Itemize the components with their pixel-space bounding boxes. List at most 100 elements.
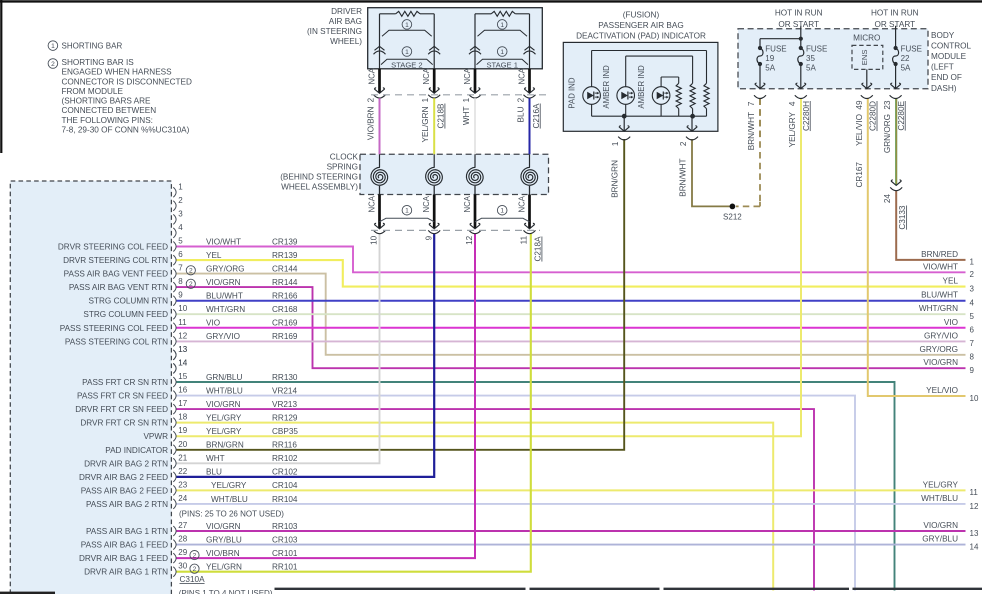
svg-text:VPWR: VPWR bbox=[143, 432, 168, 441]
svg-text:20: 20 bbox=[178, 440, 187, 449]
svg-text:CR102: CR102 bbox=[272, 468, 298, 477]
svg-text:VIO/WHT: VIO/WHT bbox=[923, 262, 958, 271]
svg-text:12: 12 bbox=[465, 235, 474, 245]
svg-text:C2280D: C2280D bbox=[869, 101, 878, 131]
svg-text:16: 16 bbox=[178, 386, 187, 395]
svg-text:17: 17 bbox=[178, 399, 187, 408]
svg-text:RR116: RR116 bbox=[272, 441, 297, 450]
svg-text:12: 12 bbox=[178, 331, 187, 340]
svg-text:AMBER IND: AMBER IND bbox=[602, 65, 611, 109]
svg-text:GRY/ORG: GRY/ORG bbox=[206, 264, 245, 273]
svg-text:PASS AIR BAG 1 RTN: PASS AIR BAG 1 RTN bbox=[86, 527, 168, 536]
svg-text:PASS AIR BAG 2 RTN: PASS AIR BAG 2 RTN bbox=[86, 500, 168, 509]
svg-text:49: 49 bbox=[855, 100, 864, 110]
svg-text:5A: 5A bbox=[765, 64, 775, 73]
svg-text:CR167: CR167 bbox=[855, 162, 864, 188]
svg-text:RR101: RR101 bbox=[272, 563, 298, 572]
svg-text:CONNECTOR IS DISCONNECTED: CONNECTOR IS DISCONNECTED bbox=[62, 77, 192, 86]
svg-text:VIO: VIO bbox=[944, 318, 958, 327]
svg-text:1: 1 bbox=[178, 182, 183, 191]
svg-text:STRG COLUMN RTN: STRG COLUMN RTN bbox=[89, 297, 169, 306]
svg-text:VIO/BRN: VIO/BRN bbox=[367, 106, 376, 140]
svg-text:CONTROL: CONTROL bbox=[931, 41, 971, 50]
svg-text:AIR BAG: AIR BAG bbox=[329, 17, 362, 26]
svg-text:19: 19 bbox=[178, 426, 187, 435]
svg-text:VIO/BRN: VIO/BRN bbox=[206, 549, 240, 558]
svg-text:VIO: VIO bbox=[206, 319, 220, 328]
svg-text:1: 1 bbox=[421, 97, 430, 102]
svg-text:22: 22 bbox=[178, 467, 187, 476]
svg-text:YEL/GRN: YEL/GRN bbox=[421, 106, 430, 142]
svg-text:BLU/WHT: BLU/WHT bbox=[206, 292, 243, 301]
svg-text:5: 5 bbox=[970, 312, 975, 321]
svg-text:11: 11 bbox=[970, 488, 979, 497]
svg-text:1: 1 bbox=[500, 22, 504, 29]
svg-text:SHORTING BAR IS: SHORTING BAR IS bbox=[62, 58, 135, 67]
svg-text:9: 9 bbox=[178, 291, 183, 300]
svg-text:C2280E: C2280E bbox=[897, 100, 906, 130]
svg-text:3: 3 bbox=[970, 284, 975, 293]
svg-text:WHT/BLU: WHT/BLU bbox=[206, 386, 243, 395]
svg-text:HOT IN RUN: HOT IN RUN bbox=[871, 9, 919, 18]
svg-text:DRVR FRT CR SN RTN: DRVR FRT CR SN RTN bbox=[80, 419, 168, 428]
svg-text:5A: 5A bbox=[901, 64, 911, 73]
svg-text:FUSE: FUSE bbox=[765, 45, 786, 54]
svg-text:28: 28 bbox=[178, 535, 187, 544]
svg-text:WHEEL): WHEEL) bbox=[330, 37, 362, 46]
svg-text:YEL/VIO: YEL/VIO bbox=[926, 386, 958, 395]
svg-text:RR166: RR166 bbox=[272, 292, 298, 301]
svg-text:PASS AIR BAG VENT RTN: PASS AIR BAG VENT RTN bbox=[69, 283, 168, 292]
svg-text:C310A: C310A bbox=[180, 575, 206, 584]
svg-text:27: 27 bbox=[178, 521, 187, 530]
svg-text:YEL/GRN: YEL/GRN bbox=[206, 563, 242, 572]
svg-text:YEL: YEL bbox=[943, 277, 959, 286]
svg-text:PAD INDICATOR: PAD INDICATOR bbox=[105, 446, 168, 455]
svg-text:11: 11 bbox=[520, 235, 529, 244]
svg-text:OR START: OR START bbox=[874, 20, 915, 29]
svg-text:STRG COLUMN FEED: STRG COLUMN FEED bbox=[83, 310, 168, 319]
svg-text:NCA: NCA bbox=[463, 67, 472, 84]
svg-text:RR139: RR139 bbox=[272, 251, 298, 260]
svg-text:14: 14 bbox=[970, 542, 979, 551]
svg-text:DRVR AIR BAG 2 RTN: DRVR AIR BAG 2 RTN bbox=[84, 459, 168, 468]
svg-text:WHT/GRN: WHT/GRN bbox=[919, 304, 958, 313]
svg-text:FUSE: FUSE bbox=[901, 45, 922, 54]
svg-text:2: 2 bbox=[970, 270, 975, 279]
svg-text:6: 6 bbox=[178, 250, 183, 259]
svg-text:RR103: RR103 bbox=[272, 522, 298, 531]
svg-text:PASS FRT CR SN FEED: PASS FRT CR SN FEED bbox=[77, 392, 168, 401]
svg-text:7: 7 bbox=[970, 339, 975, 348]
svg-text:BLU: BLU bbox=[517, 106, 526, 122]
svg-text:CR169: CR169 bbox=[272, 319, 298, 328]
svg-text:PASS AIR BAG 1 FEED: PASS AIR BAG 1 FEED bbox=[81, 541, 168, 550]
svg-text:VR213: VR213 bbox=[272, 400, 297, 409]
svg-text:PAD IND: PAD IND bbox=[568, 77, 577, 108]
svg-text:C2280H: C2280H bbox=[802, 101, 811, 131]
svg-text:BODY: BODY bbox=[931, 31, 955, 40]
svg-text:CR139: CR139 bbox=[272, 237, 298, 246]
svg-text:NCA: NCA bbox=[422, 195, 431, 212]
svg-text:(PINS: 25 TO 26 NOT USED): (PINS: 25 TO 26 NOT USED) bbox=[179, 510, 284, 519]
svg-text:4: 4 bbox=[788, 101, 797, 106]
svg-text:(IN STEERING: (IN STEERING bbox=[307, 27, 362, 36]
svg-text:DRIVER: DRIVER bbox=[331, 7, 362, 16]
svg-text:1: 1 bbox=[970, 258, 975, 267]
svg-text:RR144: RR144 bbox=[272, 278, 298, 287]
svg-text:VIO/WHT: VIO/WHT bbox=[206, 237, 241, 246]
svg-text:1: 1 bbox=[611, 141, 620, 146]
svg-text:YEL/VIO: YEL/VIO bbox=[855, 114, 864, 146]
svg-text:PASS STEERING COL FEED: PASS STEERING COL FEED bbox=[60, 324, 168, 333]
svg-text:PASS FRT CR SN RTN: PASS FRT CR SN RTN bbox=[82, 378, 168, 387]
svg-text:7: 7 bbox=[178, 264, 183, 273]
svg-text:10: 10 bbox=[370, 235, 379, 245]
svg-text:1: 1 bbox=[51, 43, 55, 50]
svg-text:2: 2 bbox=[189, 281, 193, 288]
svg-text:(SHORTING BARS ARE: (SHORTING BARS ARE bbox=[62, 97, 152, 106]
svg-text:ENGAGED WHEN HARNESS: ENGAGED WHEN HARNESS bbox=[62, 68, 173, 77]
svg-text:WHT: WHT bbox=[462, 107, 471, 126]
svg-text:THE FOLLOWING PINS:: THE FOLLOWING PINS: bbox=[62, 116, 153, 125]
svg-text:NCA: NCA bbox=[517, 195, 526, 212]
svg-text:9: 9 bbox=[970, 366, 975, 375]
svg-text:11: 11 bbox=[178, 318, 187, 327]
svg-text:FUSE: FUSE bbox=[806, 45, 827, 54]
